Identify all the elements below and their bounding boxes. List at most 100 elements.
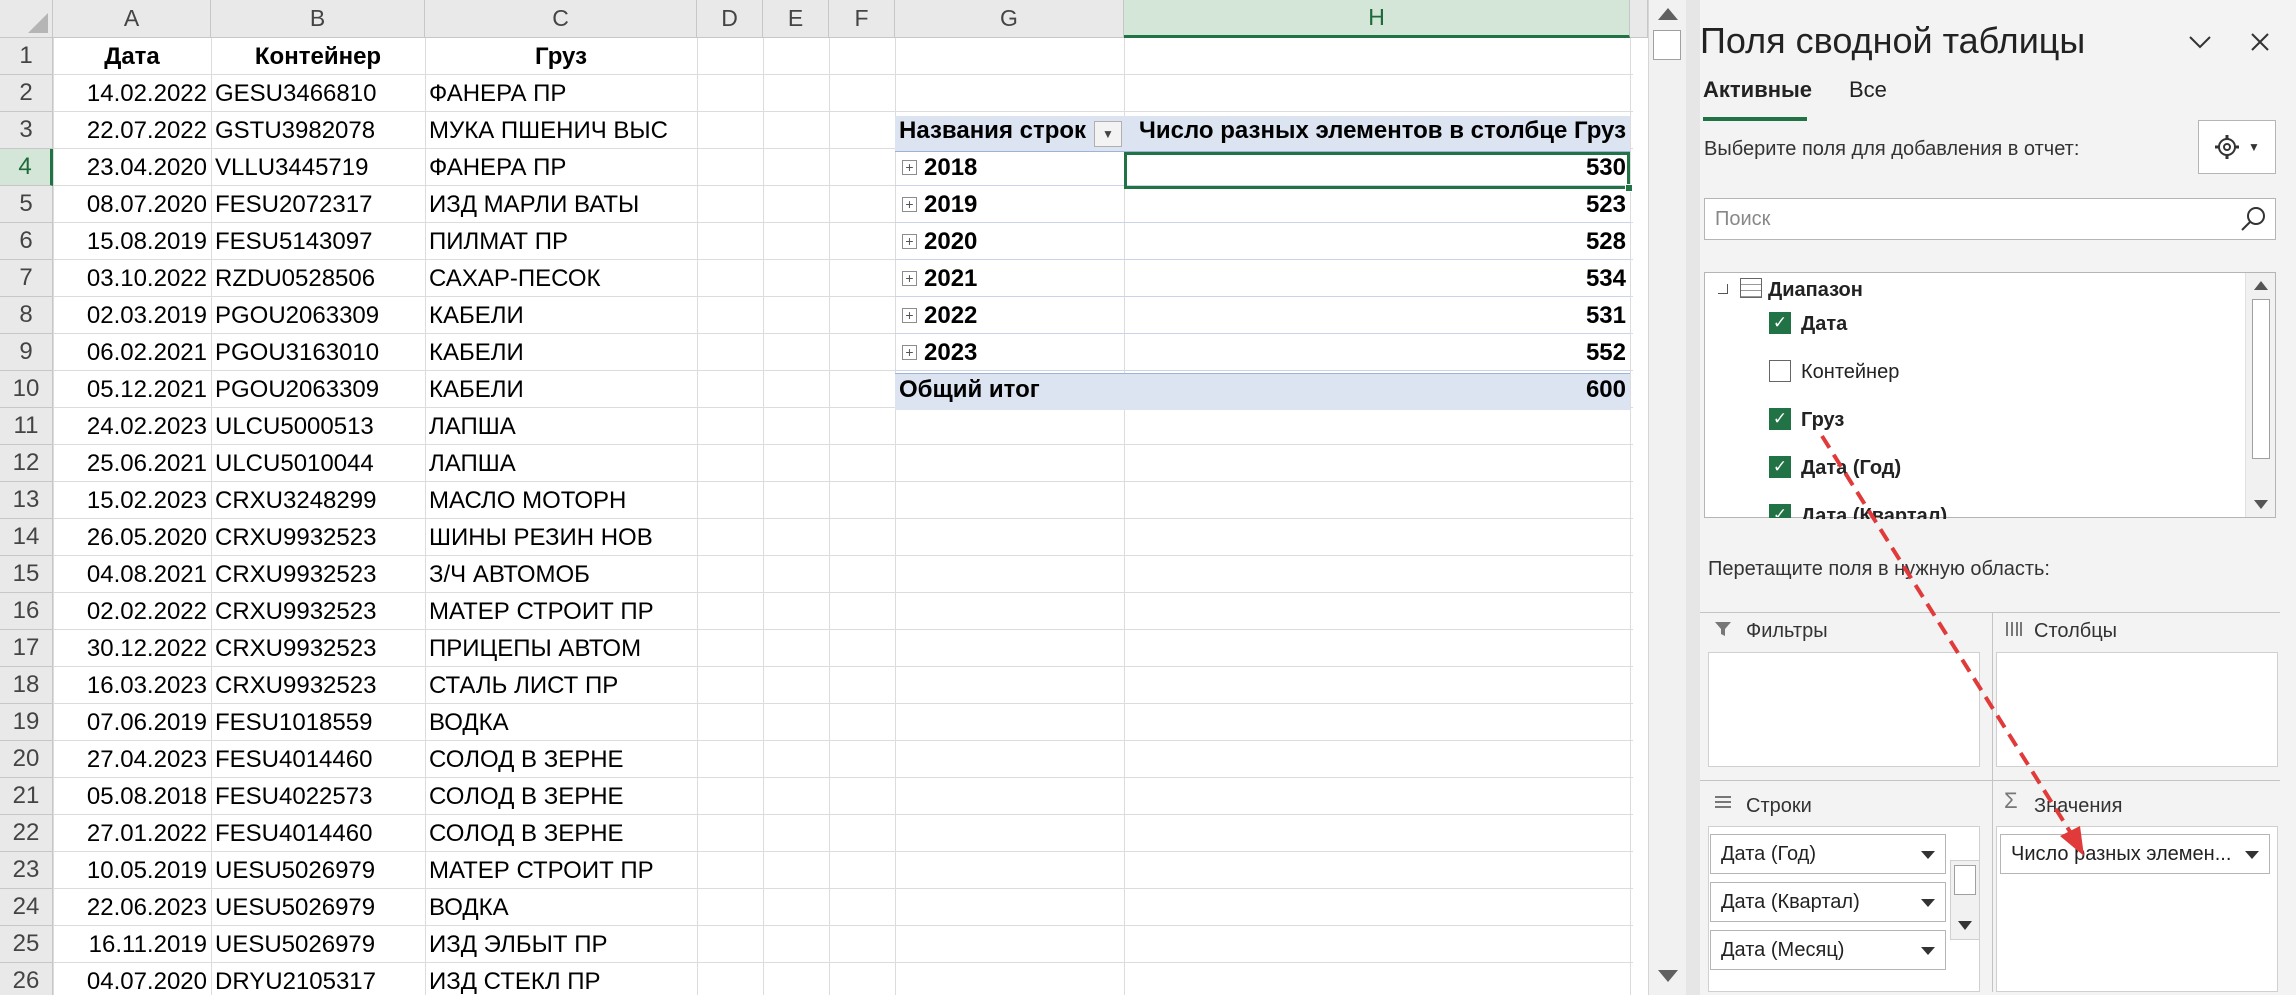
container-cell[interactable]: FESU4022573 [211, 778, 425, 815]
scroll-down-icon[interactable] [2254, 500, 2268, 509]
tab-active[interactable]: Активные [1703, 77, 1812, 103]
date-cell[interactable]: 30.12.2022 [53, 630, 211, 667]
row-header[interactable]: 3 [0, 112, 53, 149]
field-checkbox[interactable]: ✓ [1769, 504, 1791, 518]
row-header[interactable]: 12 [0, 445, 53, 482]
column-header-f[interactable]: F [829, 0, 895, 38]
row-header[interactable]: 24 [0, 889, 53, 926]
cargo-cell[interactable]: ВОДКА [425, 704, 697, 741]
container-cell[interactable]: UESU5026979 [211, 852, 425, 889]
container-cell[interactable]: CRXU9932523 [211, 667, 425, 704]
pivot-row-label-header[interactable]: Названия строк [895, 112, 1095, 149]
row-header[interactable]: 8 [0, 297, 53, 334]
expand-icon[interactable]: + [902, 308, 917, 323]
row-header[interactable]: 9 [0, 334, 53, 371]
date-cell[interactable]: 26.05.2020 [53, 519, 211, 556]
value-field-chip[interactable]: Число разных элемен... [2000, 834, 2270, 874]
row-header[interactable]: 11 [0, 408, 53, 445]
cargo-cell[interactable]: МАТЕР СТРОИТ ПР [425, 593, 697, 630]
date-cell[interactable]: 22.07.2022 [53, 112, 211, 149]
row-header[interactable]: 4 [0, 149, 53, 186]
field-search-input[interactable]: Поиск [1704, 198, 2276, 240]
tools-button[interactable]: ▼ [2198, 120, 2276, 174]
container-cell[interactable]: ULCU5000513 [211, 408, 425, 445]
date-cell[interactable]: 07.06.2019 [53, 704, 211, 741]
date-cell[interactable]: 05.12.2021 [53, 371, 211, 408]
date-cell[interactable]: 10.05.2019 [53, 852, 211, 889]
column-header-b[interactable]: B [211, 0, 425, 38]
date-cell[interactable]: 16.03.2023 [53, 667, 211, 704]
cargo-cell[interactable]: ИЗД МАРЛИ ВАТЫ [425, 186, 697, 223]
date-cell[interactable]: 15.08.2019 [53, 223, 211, 260]
cargo-cell[interactable]: СОЛОД В ЗЕРНЕ [425, 741, 697, 778]
container-cell[interactable]: FESU4014460 [211, 815, 425, 852]
date-cell[interactable]: 27.01.2022 [53, 815, 211, 852]
row-header[interactable]: 5 [0, 186, 53, 223]
header-cell[interactable]: Контейнер [211, 38, 425, 75]
row-header[interactable]: 19 [0, 704, 53, 741]
container-cell[interactable]: FESU1018559 [211, 704, 425, 741]
field-label[interactable]: Груз [1801, 409, 1844, 432]
row-header[interactable]: 6 [0, 223, 53, 260]
field-label[interactable]: Дата (Квартал) [1801, 505, 1947, 519]
pivot-total-label[interactable]: Общий итог [895, 371, 1124, 408]
date-cell[interactable]: 16.11.2019 [53, 926, 211, 963]
row-header[interactable]: 26 [0, 963, 53, 995]
date-cell[interactable]: 24.02.2023 [53, 408, 211, 445]
expand-icon[interactable]: + [902, 197, 917, 212]
tab-all[interactable]: Все [1849, 77, 1887, 103]
field-list-scrollbar[interactable] [2245, 273, 2275, 517]
container-cell[interactable]: RZDU0528506 [211, 260, 425, 297]
row-header[interactable]: 23 [0, 852, 53, 889]
container-cell[interactable]: CRXU9932523 [211, 593, 425, 630]
cargo-cell[interactable]: СТАЛЬ ЛИСТ ПР [425, 667, 697, 704]
scroll-thumb[interactable] [1954, 865, 1976, 895]
row-header[interactable]: 10 [0, 371, 53, 408]
pivot-row-label[interactable]: 2021 [920, 260, 1120, 297]
date-cell[interactable]: 04.07.2020 [53, 963, 211, 995]
row-header[interactable]: 7 [0, 260, 53, 297]
cargo-cell[interactable]: ЛАПША [425, 445, 697, 482]
chevron-down-icon[interactable] [2188, 34, 2212, 50]
row-header[interactable]: 16 [0, 593, 53, 630]
pivot-row-label[interactable]: 2022 [920, 297, 1120, 334]
select-all-corner[interactable] [0, 0, 53, 38]
date-cell[interactable]: 02.03.2019 [53, 297, 211, 334]
cargo-cell[interactable]: КАБЕЛИ [425, 334, 697, 371]
collapse-icon[interactable] [1718, 284, 1728, 294]
cargo-cell[interactable]: ИЗД ЭЛБЫТ ПР [425, 926, 697, 963]
container-cell[interactable]: ULCU5010044 [211, 445, 425, 482]
expand-icon[interactable]: + [902, 271, 917, 286]
cargo-cell[interactable]: ЛАПША [425, 408, 697, 445]
sheet-vertical-scrollbar[interactable] [1648, 0, 1686, 995]
scroll-down-icon[interactable] [1958, 921, 1972, 930]
container-cell[interactable]: VLLU3445719 [211, 149, 425, 186]
row-header[interactable]: 14 [0, 519, 53, 556]
expand-icon[interactable]: + [902, 234, 917, 249]
row-header[interactable]: 2 [0, 75, 53, 112]
container-cell[interactable]: DRYU2105317 [211, 963, 425, 995]
cargo-cell[interactable]: ПИЛМАТ ПР [425, 223, 697, 260]
scroll-down-icon[interactable] [1658, 970, 1678, 982]
column-header-a[interactable]: A [53, 0, 211, 38]
row-header[interactable]: 21 [0, 778, 53, 815]
scroll-up-icon[interactable] [1658, 8, 1678, 20]
table-node-label[interactable]: Диапазон [1768, 279, 1863, 302]
container-cell[interactable]: FESU4014460 [211, 741, 425, 778]
column-header-d[interactable]: D [697, 0, 763, 38]
pane-splitter[interactable] [1686, 0, 1700, 995]
scroll-up-icon[interactable] [2254, 281, 2268, 290]
date-cell[interactable]: 03.10.2022 [53, 260, 211, 297]
cargo-cell[interactable]: ФАНЕРА ПР [425, 75, 697, 112]
row-header[interactable]: 17 [0, 630, 53, 667]
date-cell[interactable]: 02.02.2022 [53, 593, 211, 630]
header-cell[interactable]: Груз [425, 38, 697, 75]
cargo-cell[interactable]: МАТЕР СТРОИТ ПР [425, 852, 697, 889]
container-cell[interactable]: PGOU2063309 [211, 371, 425, 408]
container-cell[interactable]: CRXU3248299 [211, 482, 425, 519]
row-header[interactable]: 25 [0, 926, 53, 963]
expand-icon[interactable]: + [902, 345, 917, 360]
container-cell[interactable]: GESU3466810 [211, 75, 425, 112]
container-cell[interactable]: FESU2072317 [211, 186, 425, 223]
pivot-row-label[interactable]: 2018 [920, 149, 1120, 186]
